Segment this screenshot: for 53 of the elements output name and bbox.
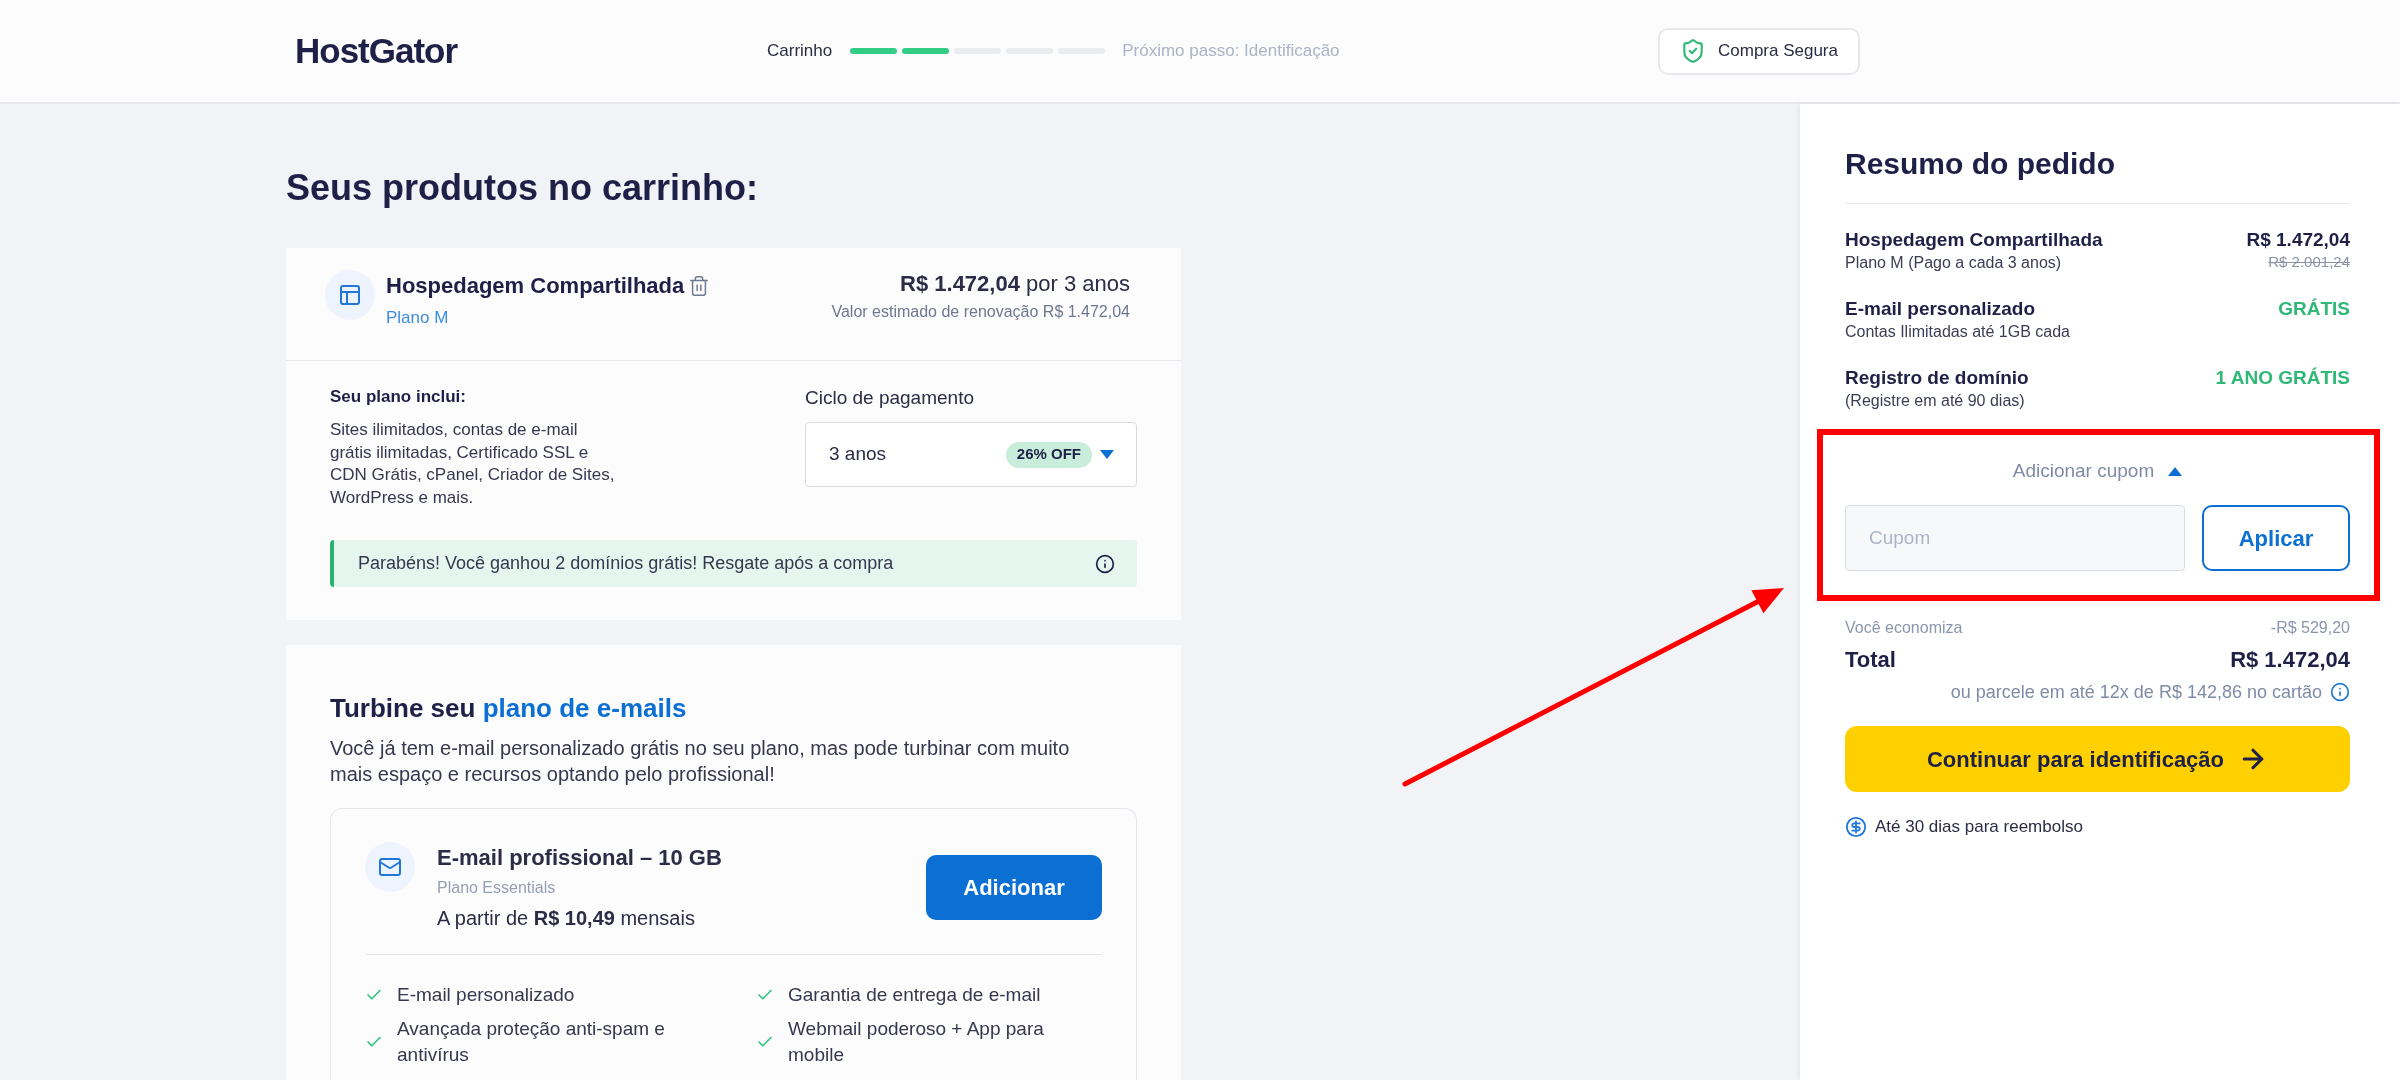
plan-name[interactable]: Plano M xyxy=(386,307,449,329)
page-title: Seus produtos no carrinho: xyxy=(286,168,759,208)
add-button[interactable]: Adicionar xyxy=(926,855,1102,920)
trash-icon[interactable] xyxy=(688,275,711,297)
item-detail: (Registre em até 90 dias) xyxy=(1845,391,2025,411)
item-name: Hospedagem Compartilhada xyxy=(1845,228,2103,252)
next-step-text: Próximo passo: Identificação xyxy=(1122,40,1340,63)
progress-label: Carrinho xyxy=(767,40,833,63)
includes-title: Seu plano inclui: xyxy=(330,386,466,408)
feature-text: Garantia de entrega de e-mail xyxy=(788,983,1042,1007)
dollar-circle-icon xyxy=(1845,816,1867,838)
includes-text: Sites ilimitados, contas de e-mail grátis ilimitadas, Certificado SSL e CDN Grátis, cPanel, Criador de Sites, WordPress e mais. xyxy=(330,419,615,509)
installments-text: ou parcele em até 12x de R$ 142,86 no cartão xyxy=(1950,681,2322,704)
notice-text: Parabéns! Você ganhou 2 domínios grátis! Resgate após a compra xyxy=(358,552,894,575)
savings-value: -R$ 529,20 xyxy=(2270,618,2350,638)
refund-text: Até 30 dias para reembolso xyxy=(1875,816,2083,838)
feature-text: E-mail personalizado xyxy=(397,983,576,1007)
layout-icon xyxy=(325,270,375,320)
item-price: GRÁTIS xyxy=(2278,297,2350,321)
shield-check-icon xyxy=(1680,38,1706,64)
continue-button[interactable]: Continuar para identificação xyxy=(1845,726,2350,792)
offer-plan: Plano Essentials xyxy=(437,878,556,898)
discount-tag: 26% OFF xyxy=(1005,441,1092,468)
feature-text: Webmail poderoso + App para mobile xyxy=(788,1017,1045,1067)
secure-purchase-text: Compra Segura xyxy=(1718,40,1838,63)
offer-name: E-mail profissional – 10 GB xyxy=(437,844,722,872)
upsell-title: Turbine seu plano de e-mails xyxy=(330,692,687,724)
feature-text: Avançada proteção anti-spam e antivírus xyxy=(397,1017,666,1067)
item-detail: Contas Ilimitadas até 1GB cada xyxy=(1845,322,2070,342)
savings-label: Você economiza xyxy=(1845,618,1963,638)
logo[interactable]: HostGator xyxy=(295,31,458,71)
product-price: R$ 1.472,04 por 3 anos xyxy=(900,270,1130,298)
apply-button[interactable]: Aplicar xyxy=(2202,505,2350,571)
item-price: R$ 1.472,04 xyxy=(2246,228,2350,252)
add-coupon-toggle[interactable]: Adicionar cupom xyxy=(2012,459,2183,483)
item-name: E-mail personalizado xyxy=(1845,297,2036,321)
offer-price: A partir de R$ 10,49 mensais xyxy=(437,906,695,931)
renewal-price: Valor estimado de renovação R$ 1.472,04 xyxy=(831,302,1130,322)
payment-cycle-select[interactable]: 3 anos 26% OFF xyxy=(805,422,1137,487)
coupon-field[interactable]: Cupom xyxy=(1845,505,2185,571)
total-value: R$ 1.472,04 xyxy=(2230,646,2350,674)
total-label: Total xyxy=(1845,646,1896,674)
payment-cycle-label: Ciclo de pagamento xyxy=(805,386,974,410)
item-detail: Plano M (Pago a cada 3 anos) xyxy=(1845,253,2062,273)
old-price: R$ 2.001,24 xyxy=(2268,252,2350,272)
summary-title: Resumo do pedido xyxy=(1845,146,2350,204)
caret-down-icon xyxy=(1100,450,1114,459)
info-icon[interactable] xyxy=(1095,553,1115,574)
item-price: 1 ANO GRÁTIS xyxy=(2215,366,2350,390)
mail-icon xyxy=(365,842,415,892)
upsell-description: Você já tem e-mail personalizado grátis no seu plano, mas pode turbinar com muito mais espaço e recursos optando pelo profissional! xyxy=(330,736,1071,787)
product-name: Hospedagem Compartilhada xyxy=(386,272,685,300)
item-name: Registro de domínio xyxy=(1845,366,2029,390)
